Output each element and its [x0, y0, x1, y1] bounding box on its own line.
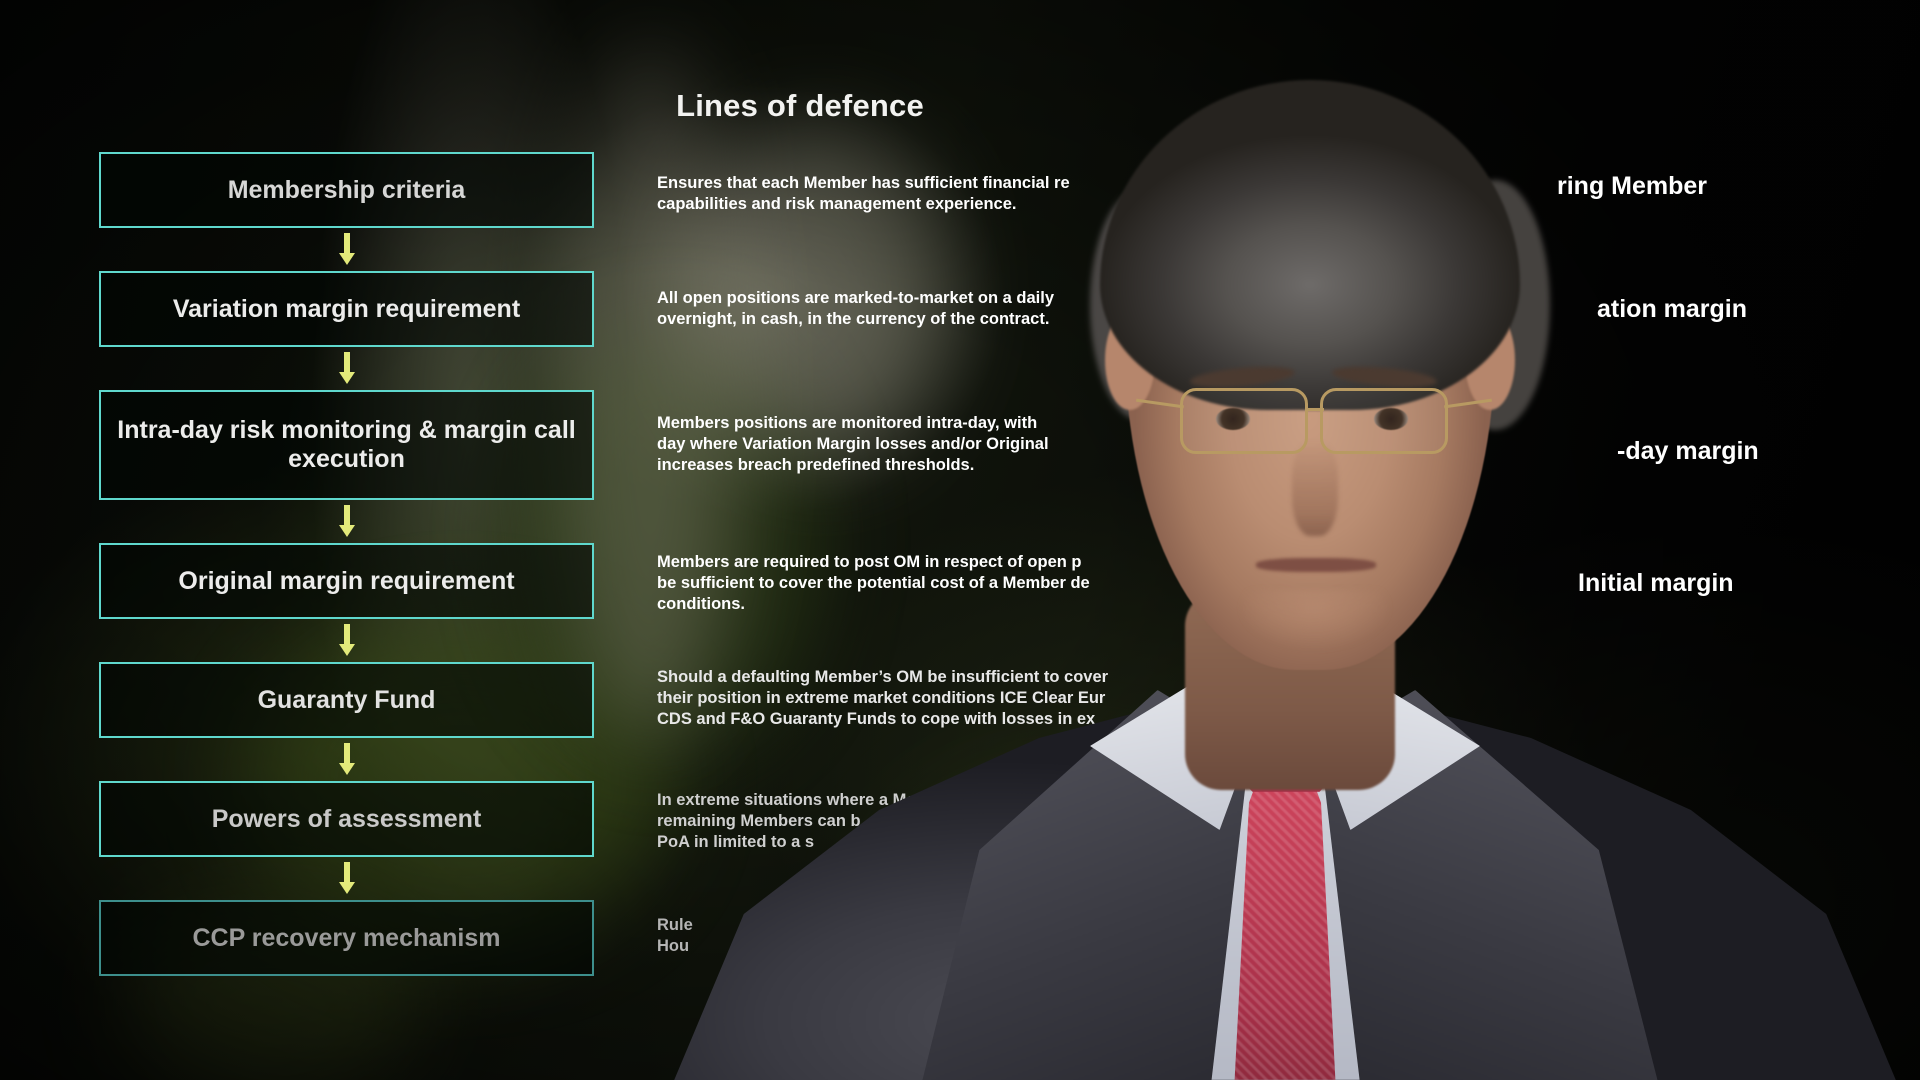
- flow-node-label: Membership criteria: [227, 175, 466, 204]
- right-label-initial-margin: Initial margin: [1578, 569, 1734, 597]
- flow-node-label: CCP recovery mechanism: [192, 923, 501, 952]
- right-label-variation-margin: ation margin: [1597, 295, 1748, 323]
- right-label-clearing-member: ring Member: [1557, 172, 1708, 200]
- flow-node-label: Variation margin requirement: [172, 294, 521, 323]
- flow-node-original-margin-requirement[interactable]: Original margin requirement: [99, 543, 594, 619]
- right-label-intra-day-margin: -day margin: [1617, 437, 1759, 465]
- flow-node-intra-day-risk-monitoring[interactable]: Intra-day risk monitoring & margin call …: [99, 390, 594, 500]
- description-variation-margin: All open positions are marked-to-market …: [657, 289, 1055, 329]
- flow-node-ccp-recovery-mechanism[interactable]: CCP recovery mechanism: [99, 900, 594, 976]
- flow-node-powers-of-assessment[interactable]: Powers of assessment: [99, 781, 594, 857]
- description-ccp-recovery: Rule Hou: [657, 916, 693, 956]
- flow-node-membership-criteria[interactable]: Membership criteria: [99, 152, 594, 228]
- flow-node-label: Original margin requirement: [178, 566, 515, 595]
- flow-node-label: Guaranty Fund: [257, 685, 436, 714]
- page-title: Lines of defence: [676, 88, 924, 123]
- description-guaranty-fund: Should a defaulting Member’s OM be insuf…: [657, 668, 1109, 729]
- flow-arrow-down-icon: [99, 500, 594, 543]
- description-original-margin: Members are required to post OM in respe…: [657, 553, 1090, 614]
- flow-arrow-down-icon: [99, 228, 594, 271]
- flow-arrow-down-icon: [99, 619, 594, 662]
- flow-arrow-down-icon: [99, 857, 594, 900]
- lines-of-defence-flowchart: Membership criteria Variation margin req…: [99, 152, 594, 976]
- flow-arrow-down-icon: [99, 738, 594, 781]
- description-intra-day-monitoring: Members positions are monitored intra-da…: [657, 414, 1049, 475]
- description-powers-of-assessment: In extreme situations where a Memb remai…: [657, 791, 941, 852]
- flow-node-variation-margin-requirement[interactable]: Variation margin requirement: [99, 271, 594, 347]
- flow-arrow-down-icon: [99, 347, 594, 390]
- description-membership-criteria: Ensures that each Member has sufficient …: [657, 174, 1070, 214]
- flow-node-guaranty-fund[interactable]: Guaranty Fund: [99, 662, 594, 738]
- flow-node-label: Powers of assessment: [211, 804, 482, 833]
- flow-node-label: Intra-day risk monitoring & margin call …: [117, 416, 576, 473]
- presentation-slide: Lines of defence Membership criteria Var…: [0, 0, 1920, 1080]
